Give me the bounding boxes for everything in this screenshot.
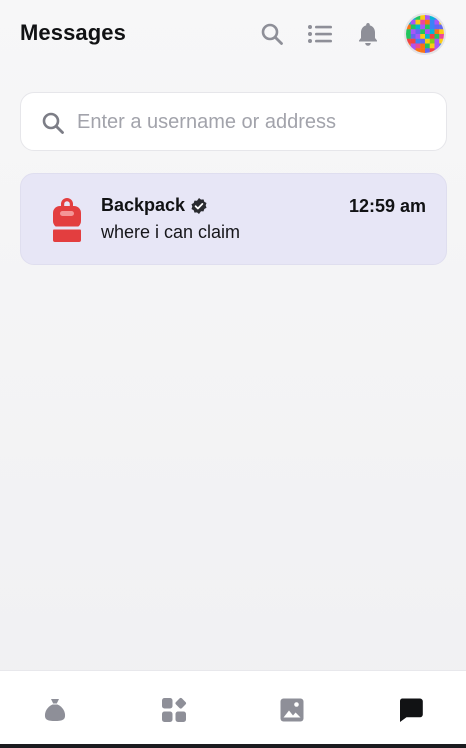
- nav-collectibles-button[interactable]: [279, 697, 305, 723]
- bottom-nav: [0, 670, 466, 748]
- avatar-pattern-icon: [406, 15, 444, 53]
- search-button[interactable]: [258, 20, 286, 48]
- avatar[interactable]: [404, 13, 446, 55]
- backpack-logo-icon: [53, 198, 81, 242]
- chat-icon: [399, 698, 423, 722]
- image-icon: [280, 698, 304, 722]
- list-item[interactable]: Backpack 12:59 am where i can claim: [20, 173, 447, 265]
- message-timestamp: 12:59 am: [348, 196, 426, 216]
- sender-label: Backpack: [101, 195, 186, 215]
- verified-badge-icon: [191, 197, 207, 214]
- message-preview: where i can claim: [101, 222, 241, 242]
- search-field[interactable]: [20, 92, 447, 151]
- apps-icon: [162, 697, 187, 722]
- notifications-button[interactable]: [354, 20, 382, 48]
- nav-messages-button[interactable]: [398, 697, 424, 723]
- nav-apps-button[interactable]: [161, 697, 187, 723]
- search-icon: [261, 23, 283, 45]
- sender-name: Backpack: [101, 195, 208, 216]
- bag-icon: [44, 699, 66, 721]
- search-input[interactable]: [77, 105, 427, 139]
- bell-icon: [359, 23, 377, 46]
- list-icon: [308, 25, 332, 43]
- nav-tokens-button[interactable]: [42, 697, 68, 723]
- header: Messages: [0, 0, 466, 68]
- page-title: Messages: [20, 20, 126, 45]
- list-button[interactable]: [306, 20, 334, 48]
- home-indicator: [0, 744, 466, 748]
- search-icon: [42, 112, 64, 134]
